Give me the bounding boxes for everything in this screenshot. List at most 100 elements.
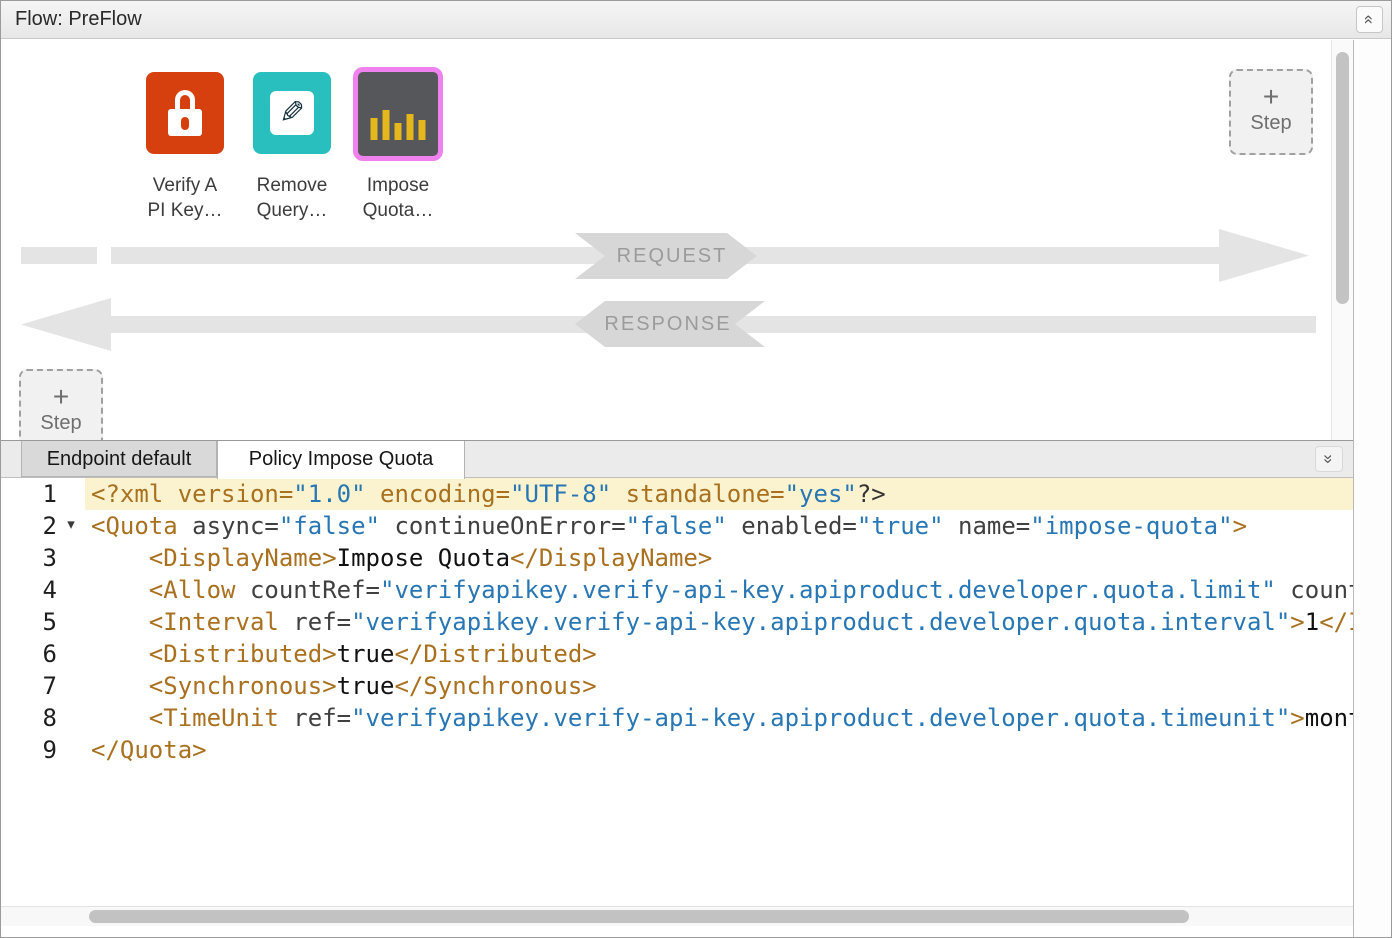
tab-policy-impose-quota[interactable]: Policy Impose Quota — [217, 441, 465, 479]
add-step-button-bottom-left[interactable]: + Step — [19, 369, 103, 441]
add-step-label: Step — [1231, 112, 1311, 135]
code-text[interactable]: <DisplayName>Impose Quota</DisplayName> — [85, 542, 1353, 574]
code-line[interactable]: 1<?xml version="1.0" encoding="UTF-8" st… — [1, 478, 1353, 510]
collapse-flow-panel-button[interactable]: « — [1356, 6, 1383, 33]
token-attr: ref= — [279, 608, 351, 636]
line-number: 7 — [1, 670, 57, 702]
flow-panel-title: Flow: PreFlow — [15, 1, 142, 38]
plus-icon: + — [1231, 82, 1311, 112]
token-plain — [91, 704, 149, 732]
code-line[interactable]: 7 <Synchronous>true</Synchronous> — [1, 670, 1353, 702]
token-tag: <Quota — [91, 512, 178, 540]
quota-bars-icon — [371, 110, 426, 140]
fold-spacer — [57, 670, 85, 702]
fold-spacer — [57, 638, 85, 670]
token-tag: standalone= — [611, 480, 784, 508]
token-str: "true" — [857, 512, 944, 540]
gutter-cell: 9 — [1, 734, 85, 766]
token-tag: <?xml version= — [91, 480, 293, 508]
line-number: 4 — [1, 574, 57, 606]
token-tag: </Distributed> — [394, 640, 596, 668]
token-attr: async= — [178, 512, 279, 540]
code-line[interactable]: 2▾<Quota async="false" continueOnError="… — [1, 510, 1353, 542]
token-text: true — [337, 640, 395, 668]
policy-verify-api-key[interactable] — [146, 72, 224, 154]
token-plain — [91, 608, 149, 636]
policy-label-verify-api-key: Verify A PI Key… — [125, 173, 245, 223]
tab-endpoint-default[interactable]: Endpoint default — [21, 441, 217, 477]
add-step-label: Step — [21, 412, 101, 435]
token-tag: </Quota> — [91, 736, 207, 764]
token-tag: > — [1290, 704, 1304, 732]
token-attr: countRef= — [236, 576, 381, 604]
chevron-double-up-icon: « — [1357, 15, 1382, 24]
fold-spacer — [57, 542, 85, 574]
code-text[interactable]: <?xml version="1.0" encoding="UTF-8" sta… — [85, 478, 1353, 510]
token-plain: ?> — [857, 480, 886, 508]
fold-spacer — [57, 574, 85, 606]
token-text: Impose Quota — [337, 544, 510, 572]
editor-tab-bar: Endpoint default Policy Impose Quota » — [1, 440, 1353, 478]
lock-shackle — [175, 90, 195, 111]
code-line[interactable]: 4 <Allow countRef="verifyapikey.verify-a… — [1, 574, 1353, 606]
policy-remove-query-param[interactable]: ✎ — [253, 72, 331, 154]
code-text[interactable]: <Distributed>true</Distributed> — [85, 638, 1353, 670]
code-text[interactable]: <Quota async="false" continueOnError="fa… — [85, 510, 1353, 542]
token-attr: count — [1276, 576, 1353, 604]
code-line[interactable]: 9 </Quota> — [1, 734, 1353, 766]
code-text[interactable]: <TimeUnit ref="verifyapikey.verify-api-k… — [85, 702, 1353, 734]
policy-label-line: Impose — [338, 173, 458, 198]
gutter-cell: 4 — [1, 574, 85, 606]
collapse-editor-panel-button[interactable]: » — [1315, 446, 1343, 472]
flow-vertical-scrollbar[interactable] — [1331, 40, 1353, 441]
pencil-icon: ✎ — [270, 91, 314, 135]
token-text: mont — [1305, 704, 1353, 732]
quota-bar — [407, 114, 414, 140]
token-str: "verifyapikey.verify-api-key.apiproduct.… — [380, 576, 1276, 604]
token-tag: > — [1233, 512, 1247, 540]
horizontal-scrollbar-thumb[interactable] — [89, 910, 1189, 923]
policy-label-line: Query… — [232, 198, 352, 223]
code-line[interactable]: 5 <Interval ref="verifyapikey.verify-api… — [1, 606, 1353, 638]
response-arrowhead-icon — [21, 298, 111, 351]
code-text[interactable]: <Allow countRef="verifyapikey.verify-api… — [85, 574, 1353, 606]
line-number: 2 — [1, 510, 57, 542]
gutter-cell: 8 — [1, 702, 85, 734]
code-text[interactable]: <Interval ref="verifyapikey.verify-api-k… — [85, 606, 1353, 638]
token-text: 1 — [1305, 608, 1319, 636]
flow-canvas: ✎ Verify A PI Key… Remove Query… Impose … — [1, 40, 1331, 441]
request-bar-segment — [21, 247, 97, 264]
code-text[interactable]: </Quota> — [85, 734, 1353, 766]
lock-keyhole — [181, 117, 189, 130]
token-attr: continueOnError= — [380, 512, 626, 540]
chevron-double-down-icon: » — [1317, 454, 1341, 463]
token-tag: > — [1290, 608, 1304, 636]
add-step-button-top-right[interactable]: + Step — [1229, 69, 1313, 155]
code-line[interactable]: 6 <Distributed>true</Distributed> — [1, 638, 1353, 670]
code-editor[interactable]: 1 <?xml version="1.0" encoding="UTF-8" st… — [1, 478, 1353, 938]
code-line[interactable]: 8 <TimeUnit ref="verifyapikey.verify-api… — [1, 702, 1353, 734]
pencil-glyph: ✎ — [279, 91, 305, 135]
line-number: 3 — [1, 542, 57, 574]
line-number: 9 — [1, 734, 57, 766]
lock-body — [168, 109, 202, 136]
editor-horizontal-scrollbar[interactable] — [1, 906, 1353, 926]
gutter-cell: 7 — [1, 670, 85, 702]
apigee-flow-editor-window: Flow: PreFlow « ✎ — [0, 0, 1392, 938]
policy-label-line: Remove — [232, 173, 352, 198]
lock-icon — [168, 90, 202, 136]
token-tag: <Allow — [149, 576, 236, 604]
quota-bar — [395, 123, 402, 140]
vertical-scrollbar-thumb[interactable] — [1336, 52, 1349, 304]
policy-label-remove-query: Remove Query… — [232, 173, 352, 223]
policy-impose-quota-selected[interactable] — [353, 67, 443, 161]
code-text[interactable]: <Synchronous>true</Synchronous> — [85, 670, 1353, 702]
token-tag: <Distributed> — [149, 640, 337, 668]
policy-label-line: PI Key… — [125, 198, 245, 223]
token-attr: name= — [944, 512, 1031, 540]
token-text: true — [337, 672, 395, 700]
gutter-cell: 3 — [1, 542, 85, 574]
quota-bar — [419, 120, 426, 140]
fold-arrow-icon[interactable]: ▾ — [57, 510, 85, 542]
code-line[interactable]: 3 <DisplayName>Impose Quota</DisplayName… — [1, 542, 1353, 574]
